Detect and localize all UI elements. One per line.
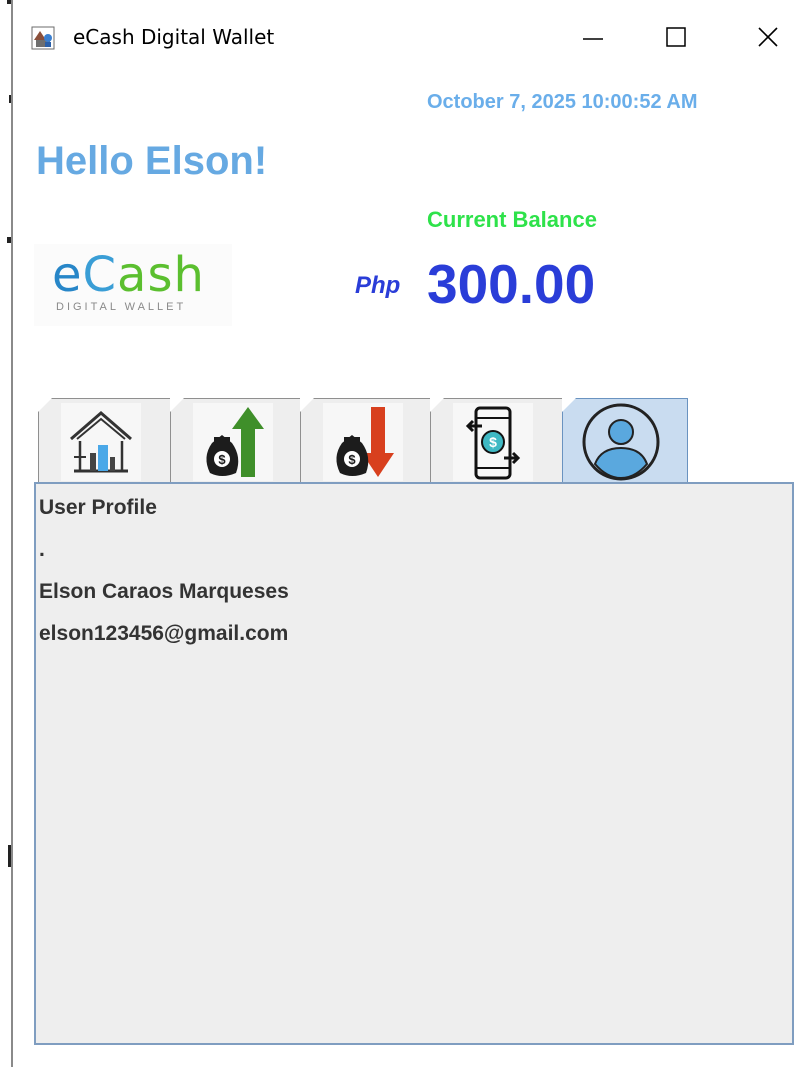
tab-corner xyxy=(300,398,314,412)
tab-user-profile[interactable] xyxy=(562,398,688,486)
title-bar[interactable]: eCash Digital Wallet xyxy=(13,0,811,74)
edge-tick xyxy=(7,237,11,243)
tab-corner xyxy=(430,398,444,412)
minimize-button[interactable] xyxy=(563,14,623,60)
current-balance-label: Current Balance xyxy=(427,207,597,232)
tab-corner xyxy=(38,398,52,412)
window-title: eCash Digital Wallet xyxy=(73,25,275,49)
app-icon xyxy=(31,26,55,50)
svg-text:$: $ xyxy=(348,452,356,467)
logo-letter-c: C xyxy=(82,247,118,303)
window-left-edge xyxy=(0,0,13,1067)
svg-text:$: $ xyxy=(489,434,497,450)
logo-wordmark: eCash xyxy=(52,244,205,306)
tab-cash-out[interactable]: $ xyxy=(300,398,431,483)
close-icon xyxy=(758,27,778,47)
edge-tick xyxy=(9,95,11,103)
greeting-heading: Hello Elson! xyxy=(36,139,268,183)
date-time-label: October 7, 2025 10:00:52 AM xyxy=(427,91,698,113)
tab-cash-in[interactable]: $ xyxy=(170,398,301,483)
profile-name: Elson Caraos Marqueses xyxy=(39,580,289,603)
tab-transfer[interactable]: $ xyxy=(430,398,563,483)
minimize-icon xyxy=(583,38,603,40)
edge-tick xyxy=(7,0,11,4)
cash-out-icon: $ xyxy=(323,403,403,481)
logo-letter-e: e xyxy=(52,247,83,303)
home-icon xyxy=(61,403,141,481)
balance-amount: 300.00 xyxy=(427,253,596,315)
currency-label: Php xyxy=(355,272,401,299)
transfer-icon: $ xyxy=(453,403,533,481)
svg-text:$: $ xyxy=(218,452,226,467)
edge-tick xyxy=(8,845,11,867)
logo-subtitle: DIGITAL WALLET xyxy=(56,301,187,313)
close-button[interactable] xyxy=(738,14,798,60)
profile-heading: User Profile xyxy=(39,496,157,519)
logo-letters-ash: ash xyxy=(117,247,205,303)
maximize-icon xyxy=(666,27,686,47)
profile-dot: . xyxy=(39,538,45,561)
user-profile-panel: User Profile . Elson Caraos Marqueses el… xyxy=(34,482,794,1045)
tab-corner xyxy=(562,398,576,412)
tab-corner xyxy=(170,398,184,412)
tab-home[interactable] xyxy=(38,398,171,483)
user-profile-icon xyxy=(581,403,661,481)
maximize-button[interactable] xyxy=(646,14,706,60)
profile-email: elson123456@gmail.com xyxy=(39,622,289,645)
ecash-logo: eCash DIGITAL WALLET xyxy=(34,244,232,326)
cash-in-icon: $ xyxy=(193,403,273,481)
